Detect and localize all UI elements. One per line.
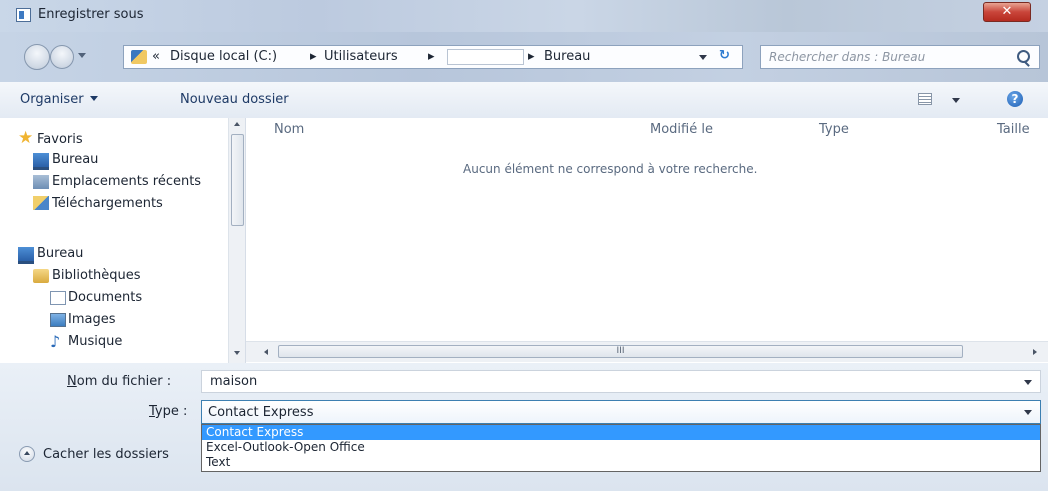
filename-label-text: om du fichier : [76,374,172,389]
sidebar-item-favorites[interactable]: Favoris [37,132,83,147]
chevron-down-icon[interactable] [1024,410,1032,415]
window-title: Enregistrer sous [38,7,144,22]
file-type-option-text[interactable]: Text [202,455,1040,470]
file-type-select[interactable]: Contact Express [201,400,1041,424]
desktop-icon [33,153,49,170]
type-label: Type : [149,404,187,419]
view-options-icon[interactable] [918,93,932,105]
folder-icon [131,50,147,64]
search-placeholder: Rechercher dans : Bureau [769,50,926,64]
sidebar-scrollbar[interactable] [228,118,245,364]
sidebar-item-recent-places[interactable]: Emplacements récents [52,174,228,189]
sidebar-item-downloads[interactable]: Téléchargements [52,196,228,211]
horizontal-scrollbar[interactable]: III [246,341,1048,362]
sidebar-item-desktop[interactable]: Bureau [52,152,228,167]
chevron-down-icon[interactable] [952,98,960,103]
filename-label: Nom du fichier : [67,374,171,389]
breadcrumb-separator[interactable]: ▸ [528,49,535,64]
organize-label: Organiser [20,92,84,107]
file-list: Nom Modifié le Type Taille Aucun élément… [246,118,1048,364]
chevron-down-icon [89,96,98,101]
file-type-option-contact-express[interactable]: Contact Express [202,425,1040,440]
forward-button[interactable] [50,45,74,69]
window-icon [16,8,31,22]
navigation-pane: ★ Favoris Bureau Emplacements récents Té… [0,118,246,364]
address-bar[interactable]: « Disque local (C:) ▸ Utilisateurs ▸ ▸ B… [123,45,743,69]
documents-icon [50,291,66,305]
save-as-dialog: Enregistrer sous ✕ « Disque local (C:) ▸… [0,0,1048,491]
hide-folders-label[interactable]: Cacher les dossiers [43,447,201,462]
close-button[interactable]: ✕ [983,2,1031,22]
navigation-bar: « Disque local (C:) ▸ Utilisateurs ▸ ▸ B… [0,32,1048,82]
sidebar-item-music[interactable]: Musique [68,334,122,349]
breadcrumb-drive[interactable]: Disque local (C:) [170,49,277,64]
breadcrumb-separator[interactable]: ▸ [310,49,317,64]
scroll-down-icon[interactable] [234,351,240,355]
scroll-right-icon[interactable] [1033,349,1037,355]
desktop-icon [18,247,34,264]
empty-message: Aucun élément ne correspond à votre rech… [463,162,758,176]
images-icon [50,313,66,327]
filename-field[interactable]: maison [201,370,1041,393]
recent-places-icon [33,175,49,189]
downloads-icon [33,196,49,210]
back-button[interactable] [24,44,50,70]
file-type-value: Contact Express [208,405,314,420]
breadcrumb-user-folder[interactable] [447,49,524,65]
sidebar-item-images[interactable]: Images [68,312,116,327]
command-bar: Organiser Nouveau dossier ? [0,82,1048,119]
star-icon: ★ [18,128,34,148]
chevron-down-icon[interactable] [1024,380,1032,385]
scroll-left-icon[interactable] [264,349,268,355]
breadcrumb-users[interactable]: Utilisateurs [324,49,398,64]
title-bar: Enregistrer sous ✕ [0,0,1048,32]
search-icon[interactable] [1017,50,1030,63]
breadcrumb-overflow[interactable]: « [152,49,160,64]
sidebar-item-documents[interactable]: Documents [68,290,142,305]
column-header-modified[interactable]: Modifié le [650,122,713,137]
breadcrumb-separator[interactable]: ▸ [428,49,435,64]
breadcrumb-desktop[interactable]: Bureau [544,49,590,64]
organize-button[interactable]: Organiser [20,92,98,107]
recent-locations-dropdown[interactable] [78,53,86,58]
hide-folders-button[interactable] [19,446,35,462]
column-header-type[interactable]: Type [819,122,849,137]
column-header-name[interactable]: Nom [274,122,304,137]
sidebar-item-libraries[interactable]: Bibliothèques [52,268,141,283]
scrollbar-thumb[interactable]: III [278,345,963,358]
help-icon[interactable]: ? [1007,91,1023,107]
file-type-dropdown-list: Contact Express Excel-Outlook-Open Offic… [201,424,1041,472]
music-icon: ♪ [50,332,61,351]
column-header-size[interactable]: Taille [997,122,1030,137]
address-dropdown[interactable] [699,55,707,60]
file-type-option-excel-outlook[interactable]: Excel-Outlook-Open Office [202,440,1040,455]
filename-label-accesskey: N [67,374,77,389]
scrollbar-thumb[interactable] [231,134,244,226]
scroll-up-icon[interactable] [234,122,240,126]
refresh-icon[interactable]: ↻ [719,48,730,63]
new-folder-button[interactable]: Nouveau dossier [180,92,289,107]
search-input[interactable]: Rechercher dans : Bureau [760,45,1040,69]
save-form: Nom du fichier : maison Type : Contact E… [0,363,1048,491]
sidebar-item-desktop-root[interactable]: Bureau [37,246,83,261]
type-label-text: ype : [154,404,188,419]
filename-value: maison [210,374,258,389]
libraries-icon [33,269,49,283]
